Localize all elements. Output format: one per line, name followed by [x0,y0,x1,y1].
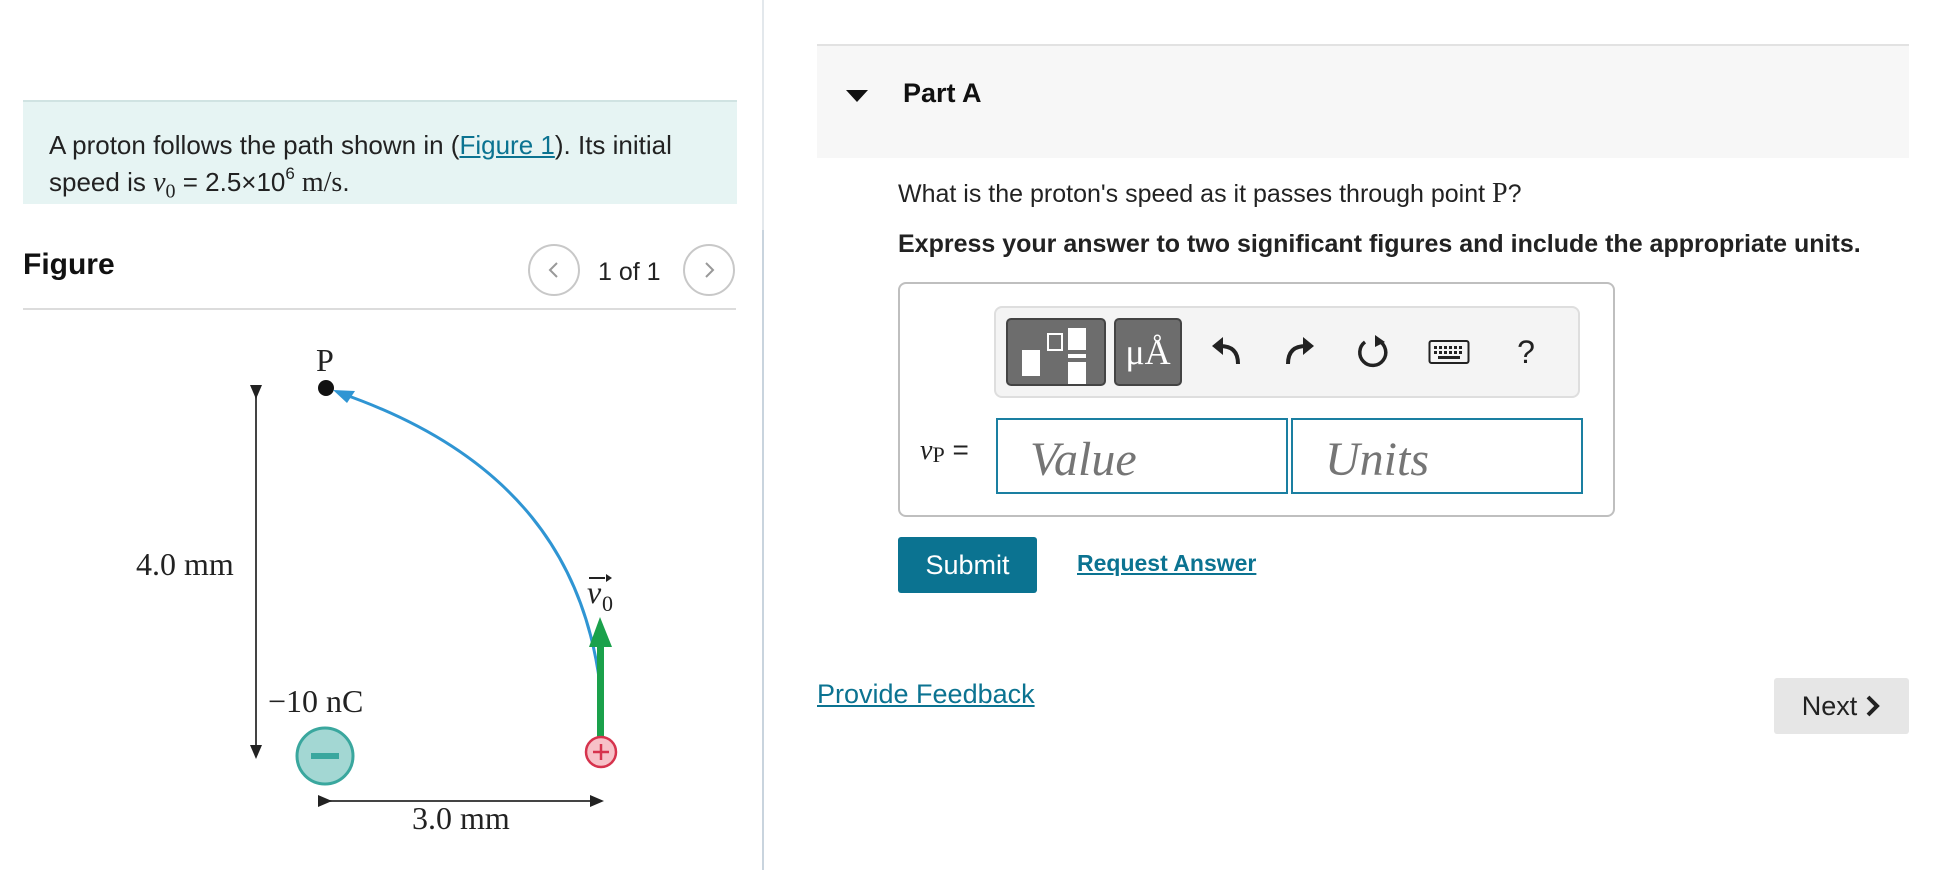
reset-icon [1358,335,1388,368]
reset-button[interactable] [1351,330,1395,374]
templates-icon [1022,328,1086,384]
units-input[interactable] [1291,418,1583,494]
panel-divider [762,230,764,870]
undo-button[interactable] [1204,330,1248,374]
velocity-label: v 0 [587,574,613,616]
templates-button[interactable] [1006,318,1106,386]
problem-statement: A proton follows the path shown in (Figu… [23,100,737,204]
previous-figure-button[interactable] [528,244,580,296]
keyboard-button[interactable] [1424,330,1474,374]
problem-value: = 2.5×10 [175,167,286,197]
figure-title: Figure [23,248,115,281]
height-label: 4.0 mm [136,546,234,582]
answer-box: μÅ ? vP = [898,282,1615,517]
instruction-text: Express your answer to two significant f… [898,230,1861,258]
variable-label: vP = [920,434,969,467]
undo-icon [1212,337,1240,365]
point-p-label: P [316,342,334,378]
units-button[interactable]: μÅ [1114,318,1182,386]
redo-icon [1286,337,1314,365]
problem-unit: m/s [294,167,343,198]
charge-label: −10 nC [268,683,363,719]
proton-path [339,391,602,686]
value-input[interactable] [996,418,1288,494]
panel-divider-top [762,0,764,230]
next-button[interactable]: Next [1774,678,1909,734]
svg-text:0: 0 [602,591,613,616]
width-label: 3.0 mm [412,800,510,836]
help-button[interactable]: ? [1504,330,1548,374]
redo-button[interactable] [1278,330,1322,374]
svg-text:v: v [587,574,602,610]
left-panel: A proton follows the path shown in (Figu… [0,0,762,870]
v0-symbol: v0 [153,167,176,203]
provide-feedback-link[interactable]: Provide Feedback [817,679,1035,710]
negative-charge-sign [311,753,339,759]
problem-period: . [342,167,350,197]
velocity-arrow-shaft [597,641,604,741]
request-answer-link[interactable]: Request Answer [1077,550,1256,577]
figure-header: Figure 1 of 1 [23,240,736,310]
question-text: What is the proton's speed as it passes … [898,178,1522,209]
keyboard-icon [1428,340,1470,364]
problem-exponent: 6 [285,164,295,183]
chevron-left-icon [548,262,558,278]
figure-link[interactable]: Figure 1 [459,130,554,160]
math-toolbar: μÅ ? [994,306,1580,398]
problem-text-1: A proton follows the path shown in ( [49,130,460,160]
submit-button[interactable]: Submit [898,537,1037,593]
caret-down-icon[interactable] [845,88,869,104]
figure-counter: 1 of 1 [598,258,661,286]
part-title: Part A [903,78,982,108]
velocity-arrowhead [589,617,612,647]
chevron-right-icon [1866,695,1881,717]
next-button-label: Next [1801,690,1858,721]
figure-diagram: P 4.0 mm −10 nC 3.0 mm v 0 [136,342,618,836]
point-p-dot [318,380,334,396]
part-header[interactable]: Part A [817,44,1909,158]
next-figure-button[interactable] [683,244,735,296]
chevron-right-icon [705,262,715,278]
